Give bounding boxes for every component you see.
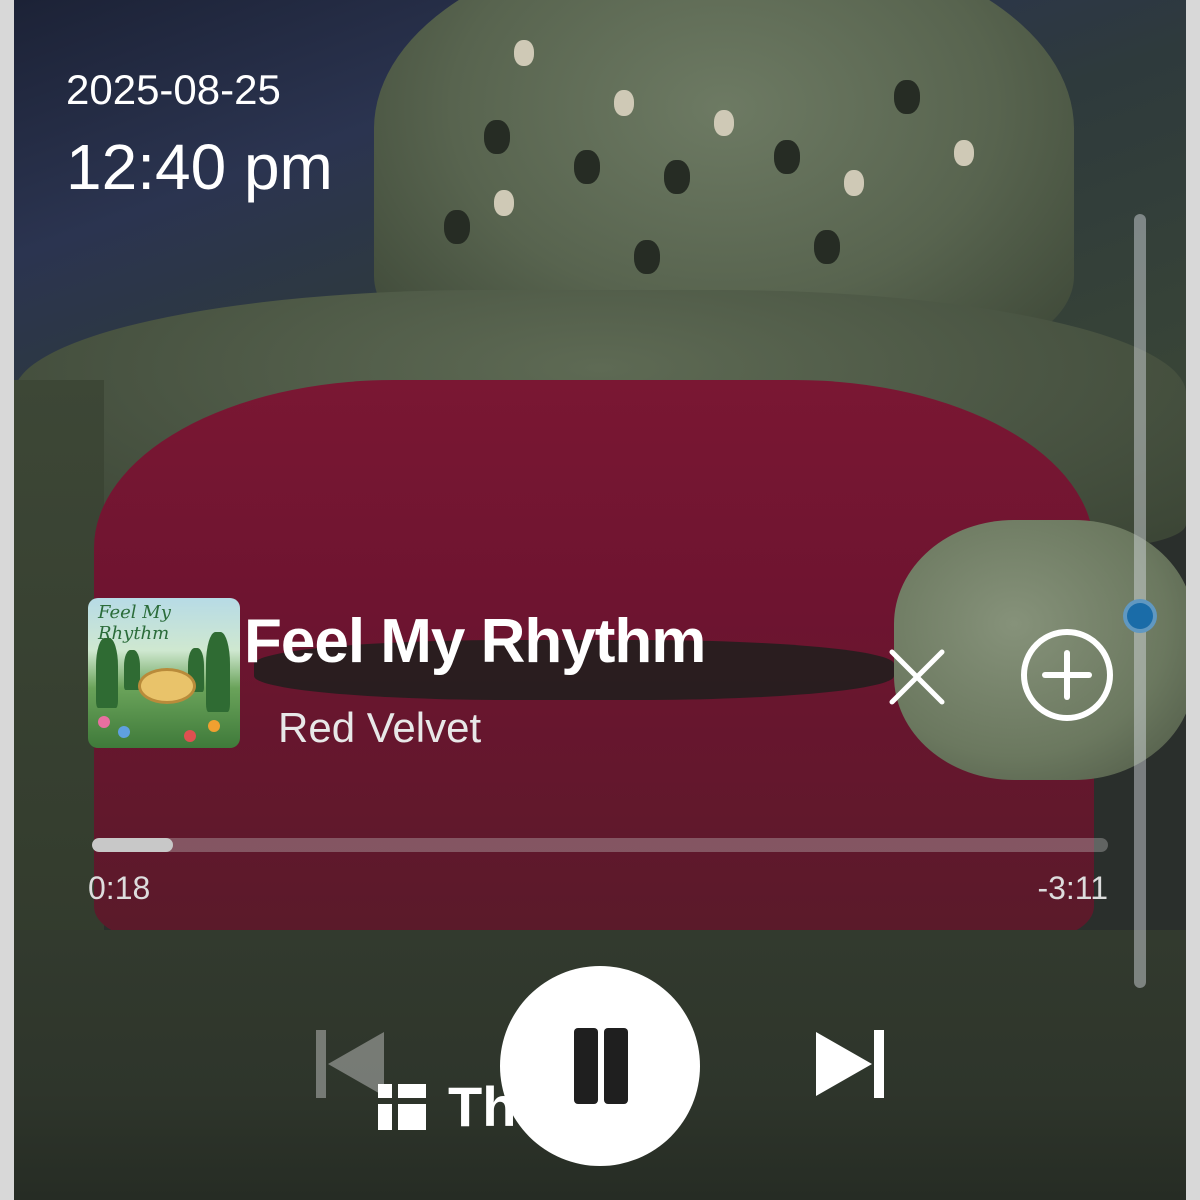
album-art: Feel My Rhythm: [88, 598, 240, 748]
wallpaper-dot: [494, 190, 514, 216]
wallpaper-dot: [614, 90, 634, 116]
add-circle-icon: [1021, 629, 1113, 721]
close-icon: [889, 649, 945, 705]
album-art-tree: [206, 632, 230, 712]
wallpaper-dot: [714, 110, 734, 136]
lockscreen-date: 2025-08-25: [66, 66, 281, 113]
artist-name: Red Velvet: [278, 704, 482, 751]
wallpaper-dot: [954, 140, 974, 166]
wallpaper-dot: [664, 160, 690, 194]
wallpaper-dot: [574, 150, 600, 184]
lockscreen-time: 12:40 pm: [66, 131, 333, 203]
wallpaper-dot: [894, 80, 920, 114]
wallpaper-dot: [444, 210, 470, 244]
wallpaper-dot: [844, 170, 864, 196]
album-art-tree: [96, 638, 118, 708]
song-title: Feel My Rhythm: [244, 607, 706, 676]
playback-progress-fill: [92, 838, 174, 852]
album-art-flower: [98, 716, 110, 728]
wallpaper-dot: [484, 120, 510, 154]
skip-next-icon: [816, 1030, 884, 1098]
album-art-flower: [208, 720, 220, 732]
add-to-library-button[interactable]: [1018, 626, 1116, 724]
playback-progress-bar[interactable]: [92, 838, 1108, 852]
pause-button[interactable]: [500, 966, 700, 1166]
remaining-time: -3:11: [1037, 870, 1108, 906]
album-art-fountain: [138, 668, 196, 704]
album-art-flower: [118, 726, 130, 738]
wallpaper-dot: [634, 240, 660, 274]
wallpaper-dot: [774, 140, 800, 174]
wallpaper-dot: [514, 40, 534, 66]
album-art-flower: [184, 730, 196, 742]
close-button[interactable]: [880, 640, 954, 714]
next-track-button[interactable]: [814, 1026, 886, 1102]
elapsed-time: 0:18: [88, 870, 151, 906]
wallpaper-dot: [814, 230, 840, 264]
app-logo-icon: [374, 1078, 430, 1134]
